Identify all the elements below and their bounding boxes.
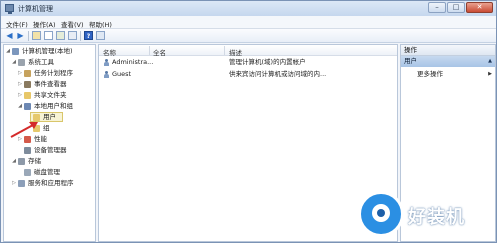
help-icon[interactable]: ? bbox=[84, 31, 93, 40]
user-list-pane: 名称 全名 描述 Administra... 管理计算机(域)的内置帐户 Gue… bbox=[98, 44, 398, 242]
more-actions-item[interactable]: 更多操作 ▶ bbox=[401, 69, 495, 79]
disk-icon bbox=[24, 168, 31, 176]
menu-file[interactable]: 文件(F) bbox=[6, 19, 28, 29]
tree-node-task-scheduler[interactable]: ▷ 任务计划程序 bbox=[17, 68, 73, 78]
forward-arrow-icon[interactable]: ▶ bbox=[16, 31, 25, 40]
watermark-text: 好装机 bbox=[408, 207, 465, 228]
user-description: 管理计算机(域)的内置帐户 bbox=[229, 58, 306, 66]
window-title: 计算机管理 bbox=[18, 5, 53, 13]
menu-view[interactable]: 查看(V) bbox=[61, 19, 84, 29]
user-icon bbox=[103, 59, 110, 66]
collapse-arrow-icon[interactable]: ◢ bbox=[11, 156, 17, 166]
maximize-button[interactable]: □ bbox=[447, 2, 465, 13]
tree-label: 事件查看器 bbox=[34, 80, 67, 88]
tree-label: 设备管理器 bbox=[34, 146, 67, 154]
computer-management-window: 计算机管理 – □ ✕ 文件(F) 操作(A) 查看(V) 帮助(H) ◀ ▶ … bbox=[0, 0, 497, 243]
navigation-tree: ◢ 计算机管理(本地) ◢ 系统工具 ▷ 任务计划程序 ▷ 事件查看器 ▷ 共享… bbox=[3, 44, 96, 242]
actions-section-users[interactable]: 用户 ▲ bbox=[401, 56, 495, 67]
tree-label: 存储 bbox=[28, 157, 41, 165]
computer-management-icon bbox=[5, 4, 14, 14]
users-group-icon bbox=[24, 102, 31, 110]
tree-label: 系统工具 bbox=[28, 58, 54, 66]
properties-icon[interactable] bbox=[96, 31, 105, 40]
actions-header: 操作 bbox=[401, 45, 495, 56]
tree-node-shared-folders[interactable]: ▷ 共享文件夹 bbox=[17, 90, 67, 100]
storage-icon bbox=[18, 157, 25, 165]
computer-icon bbox=[12, 47, 19, 55]
tree-label: 任务计划程序 bbox=[34, 69, 73, 77]
actions-section-label: 用户 bbox=[404, 57, 417, 65]
tree-node-system-tools[interactable]: ◢ 系统工具 bbox=[11, 57, 54, 67]
tree-label: 组 bbox=[43, 124, 50, 132]
event-log-icon bbox=[24, 80, 31, 88]
services-icon bbox=[18, 179, 25, 187]
show-hide-tree-icon[interactable] bbox=[44, 31, 53, 40]
tree-label: 共享文件夹 bbox=[34, 91, 67, 99]
column-fullname[interactable]: 全名 bbox=[153, 47, 166, 57]
shared-folder-icon bbox=[24, 91, 31, 99]
title-bar[interactable]: 计算机管理 – □ ✕ bbox=[1, 1, 496, 16]
expand-arrow-icon[interactable]: ▷ bbox=[17, 90, 23, 100]
column-name[interactable]: 名称 bbox=[103, 47, 116, 57]
list-row-administrator[interactable]: Administra... 管理计算机(域)的内置帐户 bbox=[99, 57, 397, 68]
tree-node-computer-management[interactable]: ◢ 计算机管理(本地) bbox=[5, 46, 73, 56]
export-list-icon[interactable] bbox=[68, 31, 77, 40]
tools-icon bbox=[18, 58, 25, 66]
refresh-icon[interactable] bbox=[56, 31, 65, 40]
list-header: 名称 全名 描述 bbox=[99, 45, 397, 57]
menu-help[interactable]: 帮助(H) bbox=[89, 19, 112, 29]
collapse-arrow-icon[interactable]: ◢ bbox=[5, 46, 11, 56]
tree-label: 本地用户和组 bbox=[34, 102, 73, 110]
user-name: Guest bbox=[112, 70, 132, 78]
toolbar-separator bbox=[80, 31, 81, 41]
more-actions-label: 更多操作 bbox=[417, 70, 443, 78]
list-row-guest[interactable]: Guest 供来宾访问计算机或访问域的内... bbox=[99, 69, 397, 80]
tree-node-storage[interactable]: ◢ 存储 bbox=[11, 156, 41, 166]
collapse-triangle-icon[interactable]: ▲ bbox=[488, 56, 492, 67]
user-icon bbox=[103, 71, 110, 78]
menu-action[interactable]: 操作(A) bbox=[33, 19, 56, 29]
user-description: 供来宾访问计算机或访问域的内... bbox=[229, 70, 327, 78]
column-divider[interactable] bbox=[149, 46, 150, 55]
tree-node-disk-management[interactable]: 磁盘管理 bbox=[23, 167, 60, 177]
collapse-arrow-icon[interactable]: ◢ bbox=[17, 101, 23, 111]
tree-node-device-manager[interactable]: 设备管理器 bbox=[23, 145, 67, 155]
device-manager-icon bbox=[24, 146, 31, 154]
folder-up-icon[interactable] bbox=[32, 31, 41, 40]
clock-icon bbox=[24, 69, 31, 77]
menu-bar: 文件(F) 操作(A) 查看(V) 帮助(H) bbox=[1, 16, 496, 29]
tree-label: 磁盘管理 bbox=[34, 168, 60, 176]
toolbar-separator bbox=[28, 31, 29, 41]
column-description[interactable]: 描述 bbox=[229, 47, 242, 57]
tree-node-local-users-groups[interactable]: ◢ 本地用户和组 bbox=[17, 101, 73, 111]
minimize-button[interactable]: – bbox=[428, 2, 446, 13]
tree-label: 用户 bbox=[43, 113, 56, 121]
red-annotation-arrow-icon bbox=[10, 122, 38, 138]
close-button[interactable]: ✕ bbox=[466, 2, 493, 13]
toolbar: ◀ ▶ ? bbox=[1, 29, 496, 43]
window-controls: – □ ✕ bbox=[427, 2, 493, 13]
tree-node-services-apps[interactable]: ▷ 服务和应用程序 bbox=[11, 178, 74, 188]
watermark-logo-icon bbox=[358, 191, 404, 237]
column-divider[interactable] bbox=[224, 46, 225, 55]
submenu-arrow-icon: ▶ bbox=[488, 71, 492, 77]
user-name: Administra... bbox=[112, 58, 154, 66]
collapse-arrow-icon[interactable]: ◢ bbox=[11, 57, 17, 67]
expand-arrow-icon[interactable]: ▷ bbox=[17, 68, 23, 78]
expand-arrow-icon[interactable]: ▷ bbox=[17, 79, 23, 89]
tree-label: 服务和应用程序 bbox=[28, 179, 74, 187]
watermark: 好装机 bbox=[356, 186, 496, 242]
tree-node-event-viewer[interactable]: ▷ 事件查看器 bbox=[17, 79, 67, 89]
expand-arrow-icon[interactable]: ▷ bbox=[11, 178, 17, 188]
tree-label: 计算机管理(本地) bbox=[22, 47, 73, 55]
back-arrow-icon[interactable]: ◀ bbox=[5, 31, 14, 40]
